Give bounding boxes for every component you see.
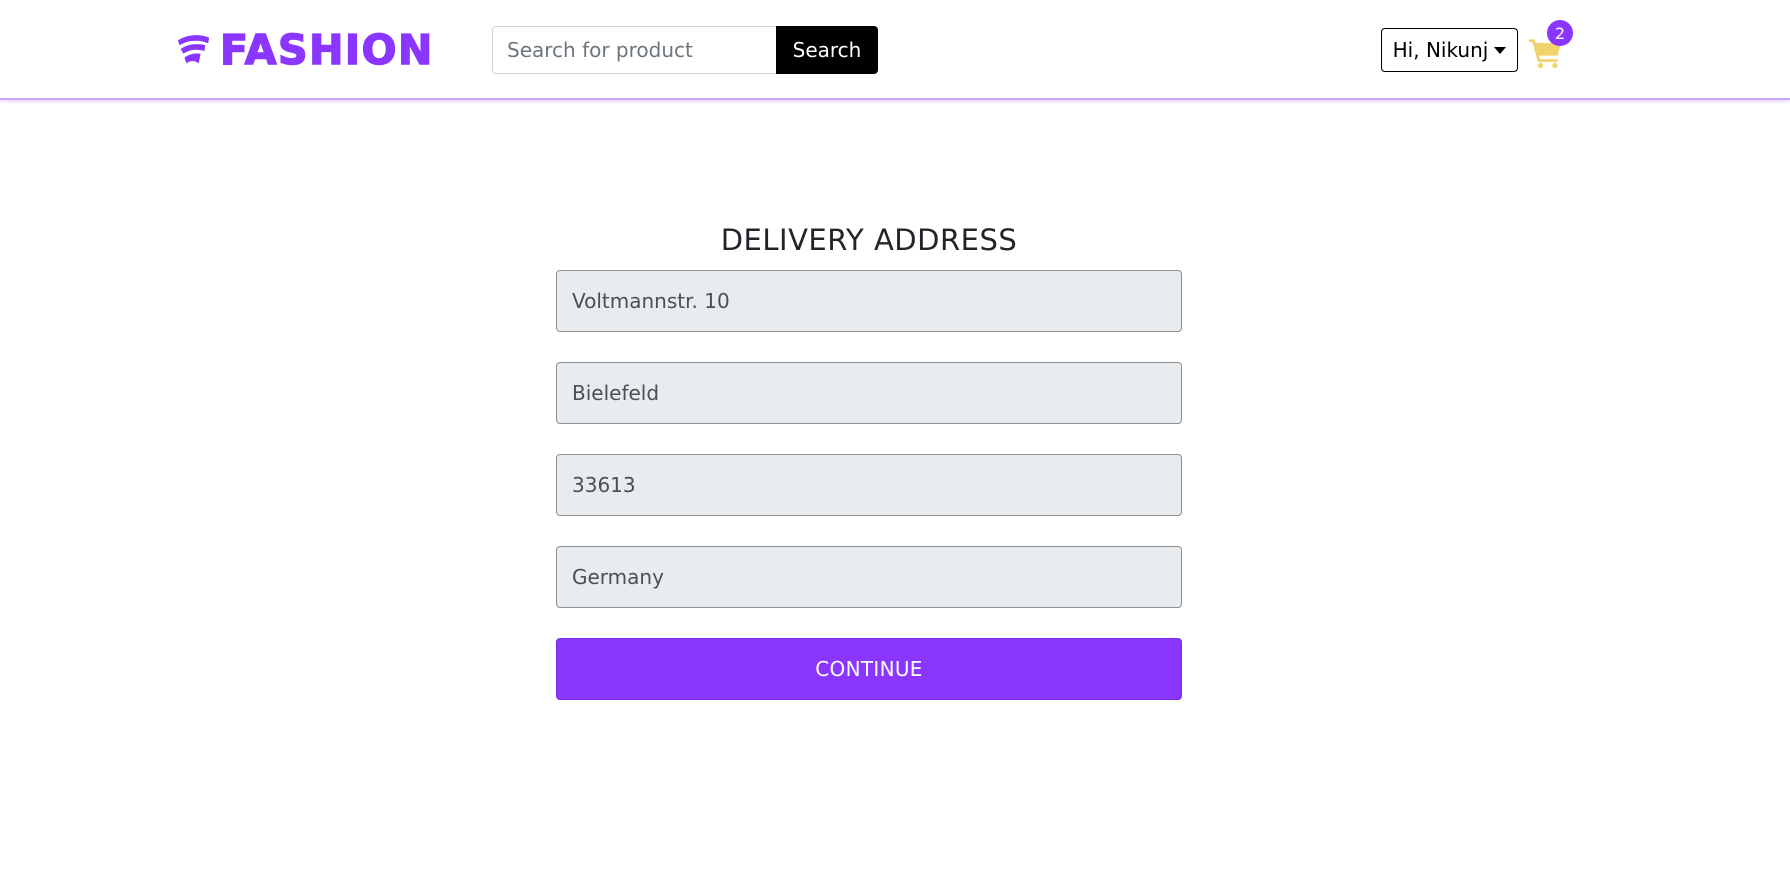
user-greeting: Hi, Nikunj bbox=[1392, 38, 1489, 62]
country-field[interactable] bbox=[556, 546, 1182, 608]
postal-code-field[interactable] bbox=[556, 454, 1182, 516]
brand-name: FASHION bbox=[219, 25, 434, 74]
brand-logo-link[interactable]: FASHION bbox=[174, 26, 434, 74]
caret-down-icon bbox=[1494, 47, 1507, 54]
address-field[interactable] bbox=[556, 270, 1182, 332]
search-button[interactable]: Search bbox=[776, 26, 878, 74]
search-input[interactable] bbox=[492, 26, 776, 74]
city-field[interactable] bbox=[556, 362, 1182, 424]
brand-logo-icon bbox=[177, 35, 210, 64]
delivery-address-form: DELIVERY ADDRESS CONTINUE bbox=[556, 220, 1182, 700]
cart-button[interactable]: 2 bbox=[1524, 20, 1574, 74]
form-title: DELIVERY ADDRESS bbox=[720, 223, 1018, 257]
user-menu-dropdown[interactable]: Hi, Nikunj bbox=[1381, 28, 1518, 72]
cart-count-badge: 2 bbox=[1547, 20, 1573, 46]
search-form: Search bbox=[492, 26, 878, 74]
top-navbar: FASHION Search Hi, Nikunj 2 bbox=[0, 0, 1790, 100]
continue-button[interactable]: CONTINUE bbox=[556, 638, 1182, 700]
